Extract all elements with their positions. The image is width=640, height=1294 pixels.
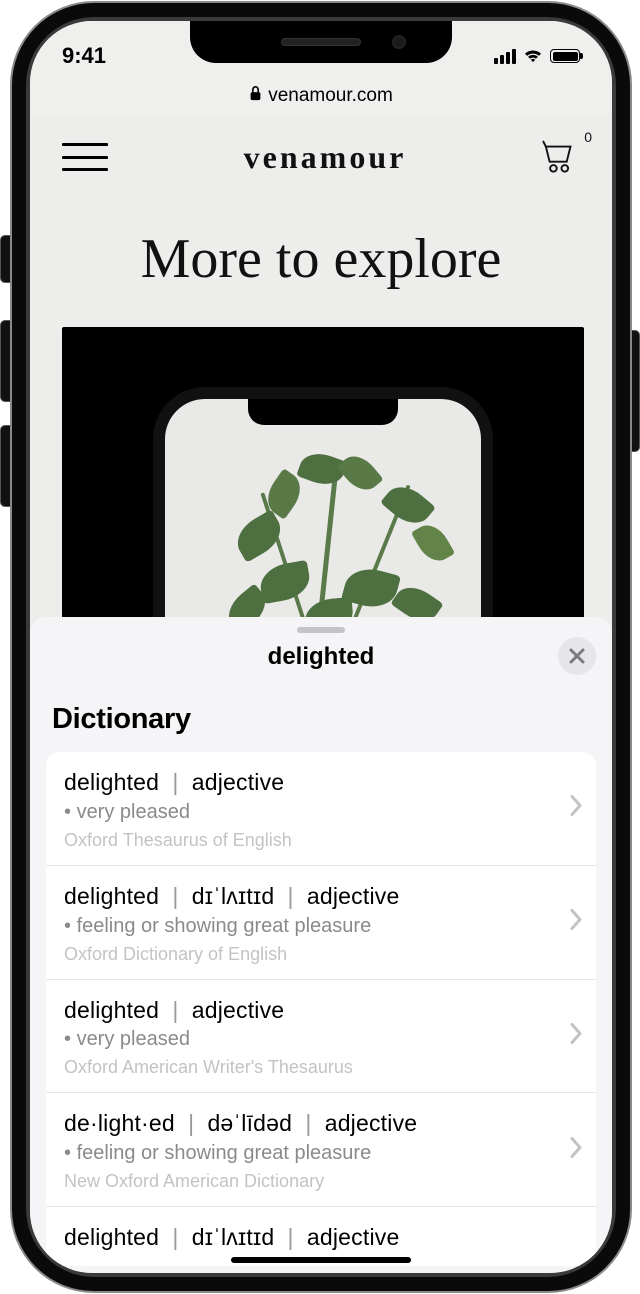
site-header: venamour 0	[30, 115, 612, 199]
status-right-cluster	[494, 43, 580, 69]
dictionary-entry[interactable]: delighted | adjective very pleased Oxfor…	[46, 752, 596, 866]
entry-definition: very pleased	[64, 801, 552, 824]
chevron-right-icon	[570, 909, 582, 936]
close-button[interactable]	[558, 637, 596, 675]
front-camera	[392, 35, 406, 49]
power-button	[629, 330, 640, 452]
entry-headline: delighted | adjective	[64, 768, 552, 797]
entry-source: Oxford American Writer's Thesaurus	[64, 1057, 552, 1078]
sheet-header: delighted	[30, 643, 612, 689]
home-indicator[interactable]	[231, 1257, 411, 1264]
entry-source: Oxford Dictionary of English	[64, 944, 552, 965]
status-time: 9:41	[62, 43, 106, 69]
cellular-bars-icon	[494, 49, 516, 64]
cart-button[interactable]: 0	[542, 139, 580, 175]
notch	[190, 21, 452, 63]
chevron-right-icon	[570, 795, 582, 822]
dictionary-entry[interactable]: de·light·ed | dəˈlīdəd | adjective feeli…	[46, 1093, 596, 1207]
screen: 9:41 venamour.com venamour	[30, 21, 612, 1273]
lock-icon	[249, 85, 262, 107]
dictionary-card: delighted | adjective very pleased Oxfor…	[46, 752, 596, 1266]
lookup-sheet: delighted Dictionary delighted | adjecti…	[30, 617, 612, 1273]
site-logo[interactable]: venamour	[244, 139, 407, 176]
entry-headline: delighted | dɪˈlʌɪtɪd | adjective	[64, 1223, 552, 1252]
sheet-grabber[interactable]	[297, 627, 345, 633]
dictionary-entry[interactable]: delighted | dɪˈlʌɪtɪd | adjective feelin…	[46, 866, 596, 980]
entry-headline: delighted | dɪˈlʌɪtɪd | adjective	[64, 882, 552, 911]
section-title-dictionary: Dictionary	[52, 703, 590, 736]
lookup-word: delighted	[268, 643, 375, 670]
entry-source: Oxford Thesaurus of English	[64, 830, 552, 851]
entry-source: New Oxford American Dictionary	[64, 1171, 552, 1192]
entry-definition: feeling or showing great pleasure	[64, 1142, 552, 1165]
speaker-grille	[281, 38, 361, 46]
entry-headline: delighted | adjective	[64, 996, 552, 1025]
phone-frame: 9:41 venamour.com venamour	[12, 3, 630, 1291]
entry-headline: de·light·ed | dəˈlīdəd | adjective	[64, 1109, 552, 1138]
cart-count-badge: 0	[584, 129, 592, 145]
wifi-icon	[522, 43, 544, 69]
hero-title: More to explore	[30, 227, 612, 291]
battery-icon	[550, 49, 580, 63]
chevron-right-icon	[570, 1136, 582, 1163]
dictionary-entry[interactable]: delighted | adjective very pleased Oxfor…	[46, 980, 596, 1094]
browser-domain: venamour.com	[268, 85, 393, 107]
entry-definition: feeling or showing great pleasure	[64, 915, 552, 938]
promo-image[interactable]	[62, 327, 584, 667]
hamburger-menu-icon[interactable]	[62, 143, 108, 171]
entry-definition: very pleased	[64, 1028, 552, 1051]
browser-url-bar[interactable]: venamour.com	[30, 77, 612, 115]
chevron-right-icon	[570, 1022, 582, 1049]
